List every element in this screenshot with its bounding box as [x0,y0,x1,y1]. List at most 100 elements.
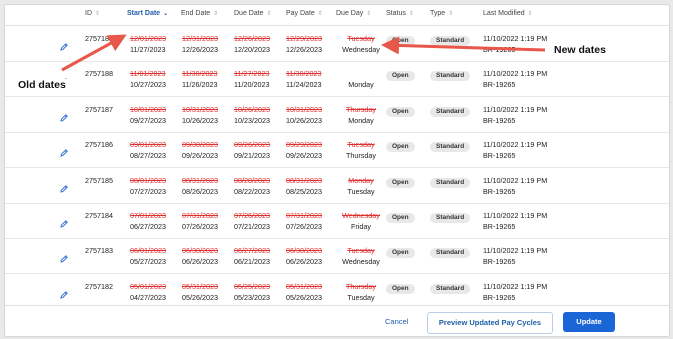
day-new-value: Tuesday [347,186,375,196]
start-old-value: 10/01/2023 [130,104,166,114]
pay-cycle-id: 2757185 [85,175,113,185]
footer-actions: Cancel Preview Updated Pay Cycles Update [5,305,669,336]
column-header-start-date[interactable]: Start Date ⌄ [127,10,168,17]
last-modified-by: BR-19265 [483,257,516,267]
cancel-button[interactable]: Cancel [385,317,408,326]
due-old-value: 09/26/2023 [234,140,270,150]
column-header-last-modified[interactable]: Last Modified ⇕ [483,10,533,17]
column-header-id[interactable]: ID ⇕ [85,10,100,17]
end-old-value: 12/31/2023 [182,34,218,43]
day-old-value: Tuesday [347,34,375,43]
last-modified-by: BR-19265 [483,115,516,125]
due-old-value: 11/27/2023 [234,69,270,79]
end-old-value: 07/31/2023 [182,211,218,220]
pay-new-value: 06/26/2023 [286,257,322,267]
due-new-value: 08/22/2023 [234,186,270,196]
pencil-icon[interactable] [59,216,69,228]
pencil-icon[interactable] [59,110,69,122]
status-badge: Open [386,142,415,153]
last-modified-by: BR-19265 [483,222,516,231]
pay-new-value: 10/26/2023 [286,115,322,125]
column-header-type[interactable]: Type ⇕ [430,10,453,17]
day-old-value: Tuesday [347,140,375,150]
chevron-down-icon: ⌄ [163,10,169,17]
pay-new-value: 11/24/2023 [286,80,322,90]
start-new-value: 10/27/2023 [130,80,166,90]
table-row: 2757188 11/01/2023 10/27/2023 11/30/2023 11/… [5,61,669,98]
table-row: 2757186 09/01/2023 08/27/2023 09/30/2023 09/… [5,132,669,169]
sort-arrows-icon: ⇕ [266,10,272,17]
pencil-icon[interactable] [59,251,69,264]
end-new-value: 06/26/2023 [182,257,218,267]
table-row: 2757185 08/01/2023 07/27/2023 08/31/2023 08/… [5,168,669,204]
end-old-value: 06/30/2023 [182,246,218,256]
table-row: 2757183 06/01/2023 05/27/2023 06/30/2023 06/… [5,238,669,275]
pencil-icon[interactable] [59,145,69,157]
end-new-value: 12/26/2023 [182,45,218,54]
pencil-icon[interactable] [59,181,69,193]
last-modified-by: BR-19265 [483,151,516,161]
start-new-value: 04/27/2023 [130,292,166,302]
last-modified-date: 11/10/2022 1:19 PM [483,246,548,256]
due-new-value: 12/20/2023 [234,45,270,54]
preview-pay-cycles-button[interactable]: Preview Updated Pay Cycles [427,312,553,334]
type-badge: Standard [430,36,471,46]
last-modified-date: 11/10/2022 1:19 PM [483,69,548,79]
status-badge: Open [386,213,415,223]
end-new-value: 09/26/2023 [182,151,218,161]
column-header-status[interactable]: Status ⇕ [386,10,414,17]
pay-old-value: 05/31/2023 [286,281,322,291]
pay-cycle-id: 2757186 [85,140,113,150]
last-modified-date: 11/10/2022 1:19 PM [483,140,548,150]
due-old-value: 05/25/2023 [234,281,270,291]
pay-cycle-id: 2757182 [85,281,113,291]
day-new-value: Friday [351,222,371,231]
start-new-value: 09/27/2023 [130,115,166,125]
pay-new-value: 07/26/2023 [286,222,322,231]
column-header-due-day[interactable]: Due Day ⇕ [336,10,371,17]
pay-old-value: 09/29/2023 [286,140,322,150]
due-old-value: 07/26/2023 [234,211,270,220]
due-new-value: 10/23/2023 [234,115,270,125]
sort-arrows-icon: ⇕ [448,10,454,17]
column-header-end-date[interactable]: End Date ⇕ [181,10,218,17]
start-old-value: 06/01/2023 [130,246,166,256]
due-new-value: 11/20/2023 [234,80,270,90]
due-new-value: 09/21/2023 [234,151,270,161]
update-button[interactable]: Update [563,312,615,332]
type-badge: Standard [430,71,471,82]
status-badge: Open [386,177,415,188]
day-new-value: Thursday [346,151,376,161]
end-new-value: 08/26/2023 [182,186,218,196]
column-header-due-date[interactable]: Due Date ⇕ [234,10,272,17]
sort-arrows-icon: ⇕ [95,10,101,17]
sort-arrows-icon: ⇕ [213,10,219,17]
day-old-value: Tuesday [347,246,375,256]
end-old-value: 11/30/2023 [182,69,218,79]
pay-old-value: 11/30/2023 [286,69,322,79]
last-modified-by: BR-19265 [483,45,516,54]
pencil-icon[interactable] [59,287,69,299]
type-badge: Standard [430,142,471,153]
column-header-pay-date[interactable]: Pay Date ⇕ [286,10,323,17]
pay-new-value: 09/26/2023 [286,151,322,161]
day-old-value: Thursday [346,104,376,114]
end-old-value: 05/31/2023 [182,281,218,291]
due-new-value: 06/21/2023 [234,257,270,267]
start-old-value: 11/01/2023 [130,69,166,79]
start-old-value: 08/01/2023 [130,175,166,185]
pay-cycle-id: 2757183 [85,246,113,256]
due-old-value: 10/26/2023 [234,104,270,114]
sort-arrows-icon: ⇕ [408,10,414,17]
end-old-value: 10/31/2023 [182,104,218,114]
pay-old-value: 06/30/2023 [286,246,322,256]
pencil-icon[interactable] [59,39,69,51]
pay-cycle-id: 2757187 [85,104,113,114]
start-old-value: 05/01/2023 [130,281,166,291]
due-old-value: 12/26/2023 [234,34,270,43]
sort-arrows-icon: ⇕ [317,10,323,17]
status-badge: Open [386,106,415,117]
type-badge: Standard [430,177,471,188]
pay-old-value: 08/31/2023 [286,175,322,185]
pay-new-value: 08/25/2023 [286,186,322,196]
